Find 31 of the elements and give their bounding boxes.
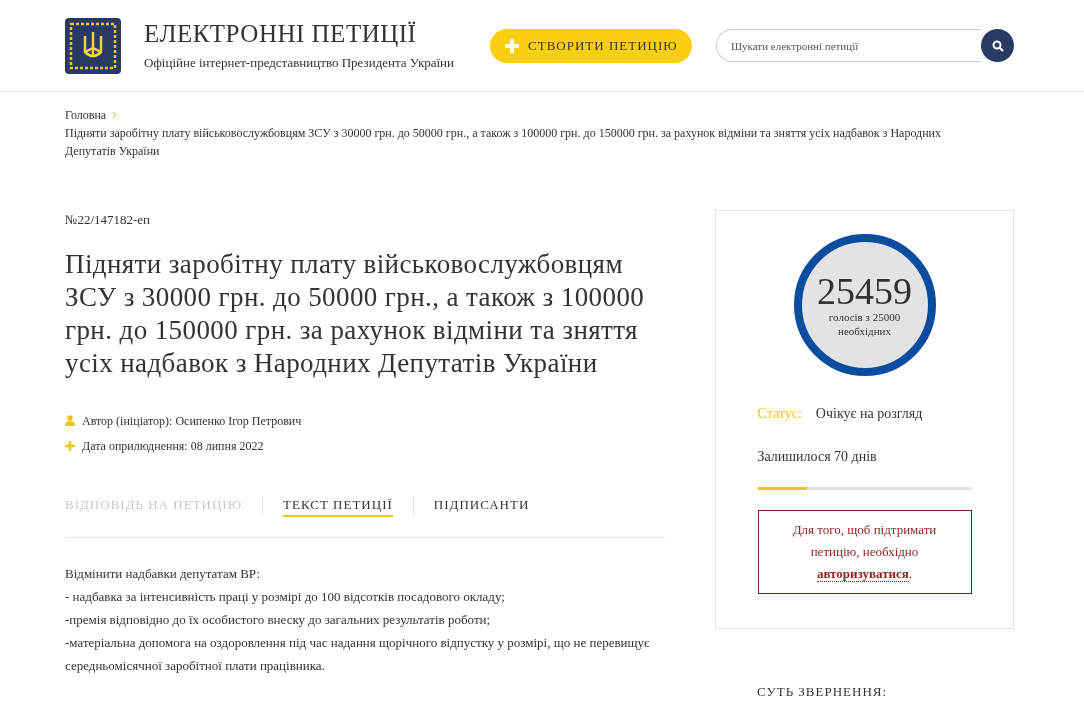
chevron-icon (112, 111, 119, 119)
petition-text: -премія відповідно до їх особистого внеску до загальних результатів роботи; (65, 611, 492, 629)
petition-tab[interactable]: ТЕКСТ ПЕТИЦІЇ (283, 494, 393, 517)
petition-text: -матеріальна допомога на оздоровлення під час надання щорічного відпустку у розмірі, що не перевищує середньомісячної заробітної плати працівника. (65, 634, 651, 675)
site-subtitle: Офіційне інтернет-представництво Президента України (144, 53, 454, 72)
trident-logo-icon (65, 17, 121, 74)
petition-tab[interactable]: ПІДПИСАНТИ (433, 494, 530, 517)
login-link[interactable]: авторизуватися (816, 566, 909, 582)
breadcrumb-current: Підняти заробітну плату військовослужбовцям ЗСУ з 30000 грн. до 50000 грн., а також з 100000 грн. до 150000 грн. за рахунок відміни та зняття усіх надбавок з Народних Депутатів України (65, 125, 942, 160)
create-petition-button[interactable]: СТВОРИТИ ПЕТИЦІЮ (490, 28, 692, 63)
vote-caption: голосів з 25000 необхідних (827, 310, 902, 338)
search-field[interactable]: Шукати електронні петиції (716, 29, 981, 62)
search-icon (991, 39, 1004, 52)
person-icon (65, 415, 75, 426)
status-label: Статус: (757, 405, 802, 423)
days-remaining: Залишилося 70 днів (757, 448, 878, 466)
breadcrumb-link[interactable]: Головна (65, 106, 107, 124)
vote-count: 25459 (817, 272, 912, 310)
petition-title: Підняти заробітну плату військовослужбовцям ЗСУ з 30000 грн. до 50000 грн., а також з 100000 грн. до 150000 грн. за рахунок відміни та зняття усіх надбавок з Народних Депутатів України (65, 247, 646, 380)
petition-number: №22/147182-еп (65, 211, 152, 229)
plus-icon (504, 37, 520, 54)
site-title: ЕЛЕКТРОННІ ПЕТИЦІЇ (144, 18, 418, 49)
status-value: Очікує на розгляд (815, 405, 923, 423)
search-button[interactable] (981, 29, 1014, 62)
auth-message: Для того, щоб підтримати петицію, необхідно авторизуватися. (791, 521, 938, 584)
petition-text: Відмінити надбавки депутатам ВР: (65, 565, 262, 583)
meta-text: Автор (ініціатор): Осипенко Ігор Петрович (82, 412, 302, 430)
petition-text: - надбавка за інтенсивність праці у розмірі до 100 відсотків посадового окладу; (65, 588, 506, 606)
section-heading: СУТЬ ЗВЕРНЕННЯ: (757, 683, 889, 701)
plus-icon (65, 440, 75, 451)
meta-text: Дата оприлюднення: 08 липня 2022 (82, 437, 264, 455)
